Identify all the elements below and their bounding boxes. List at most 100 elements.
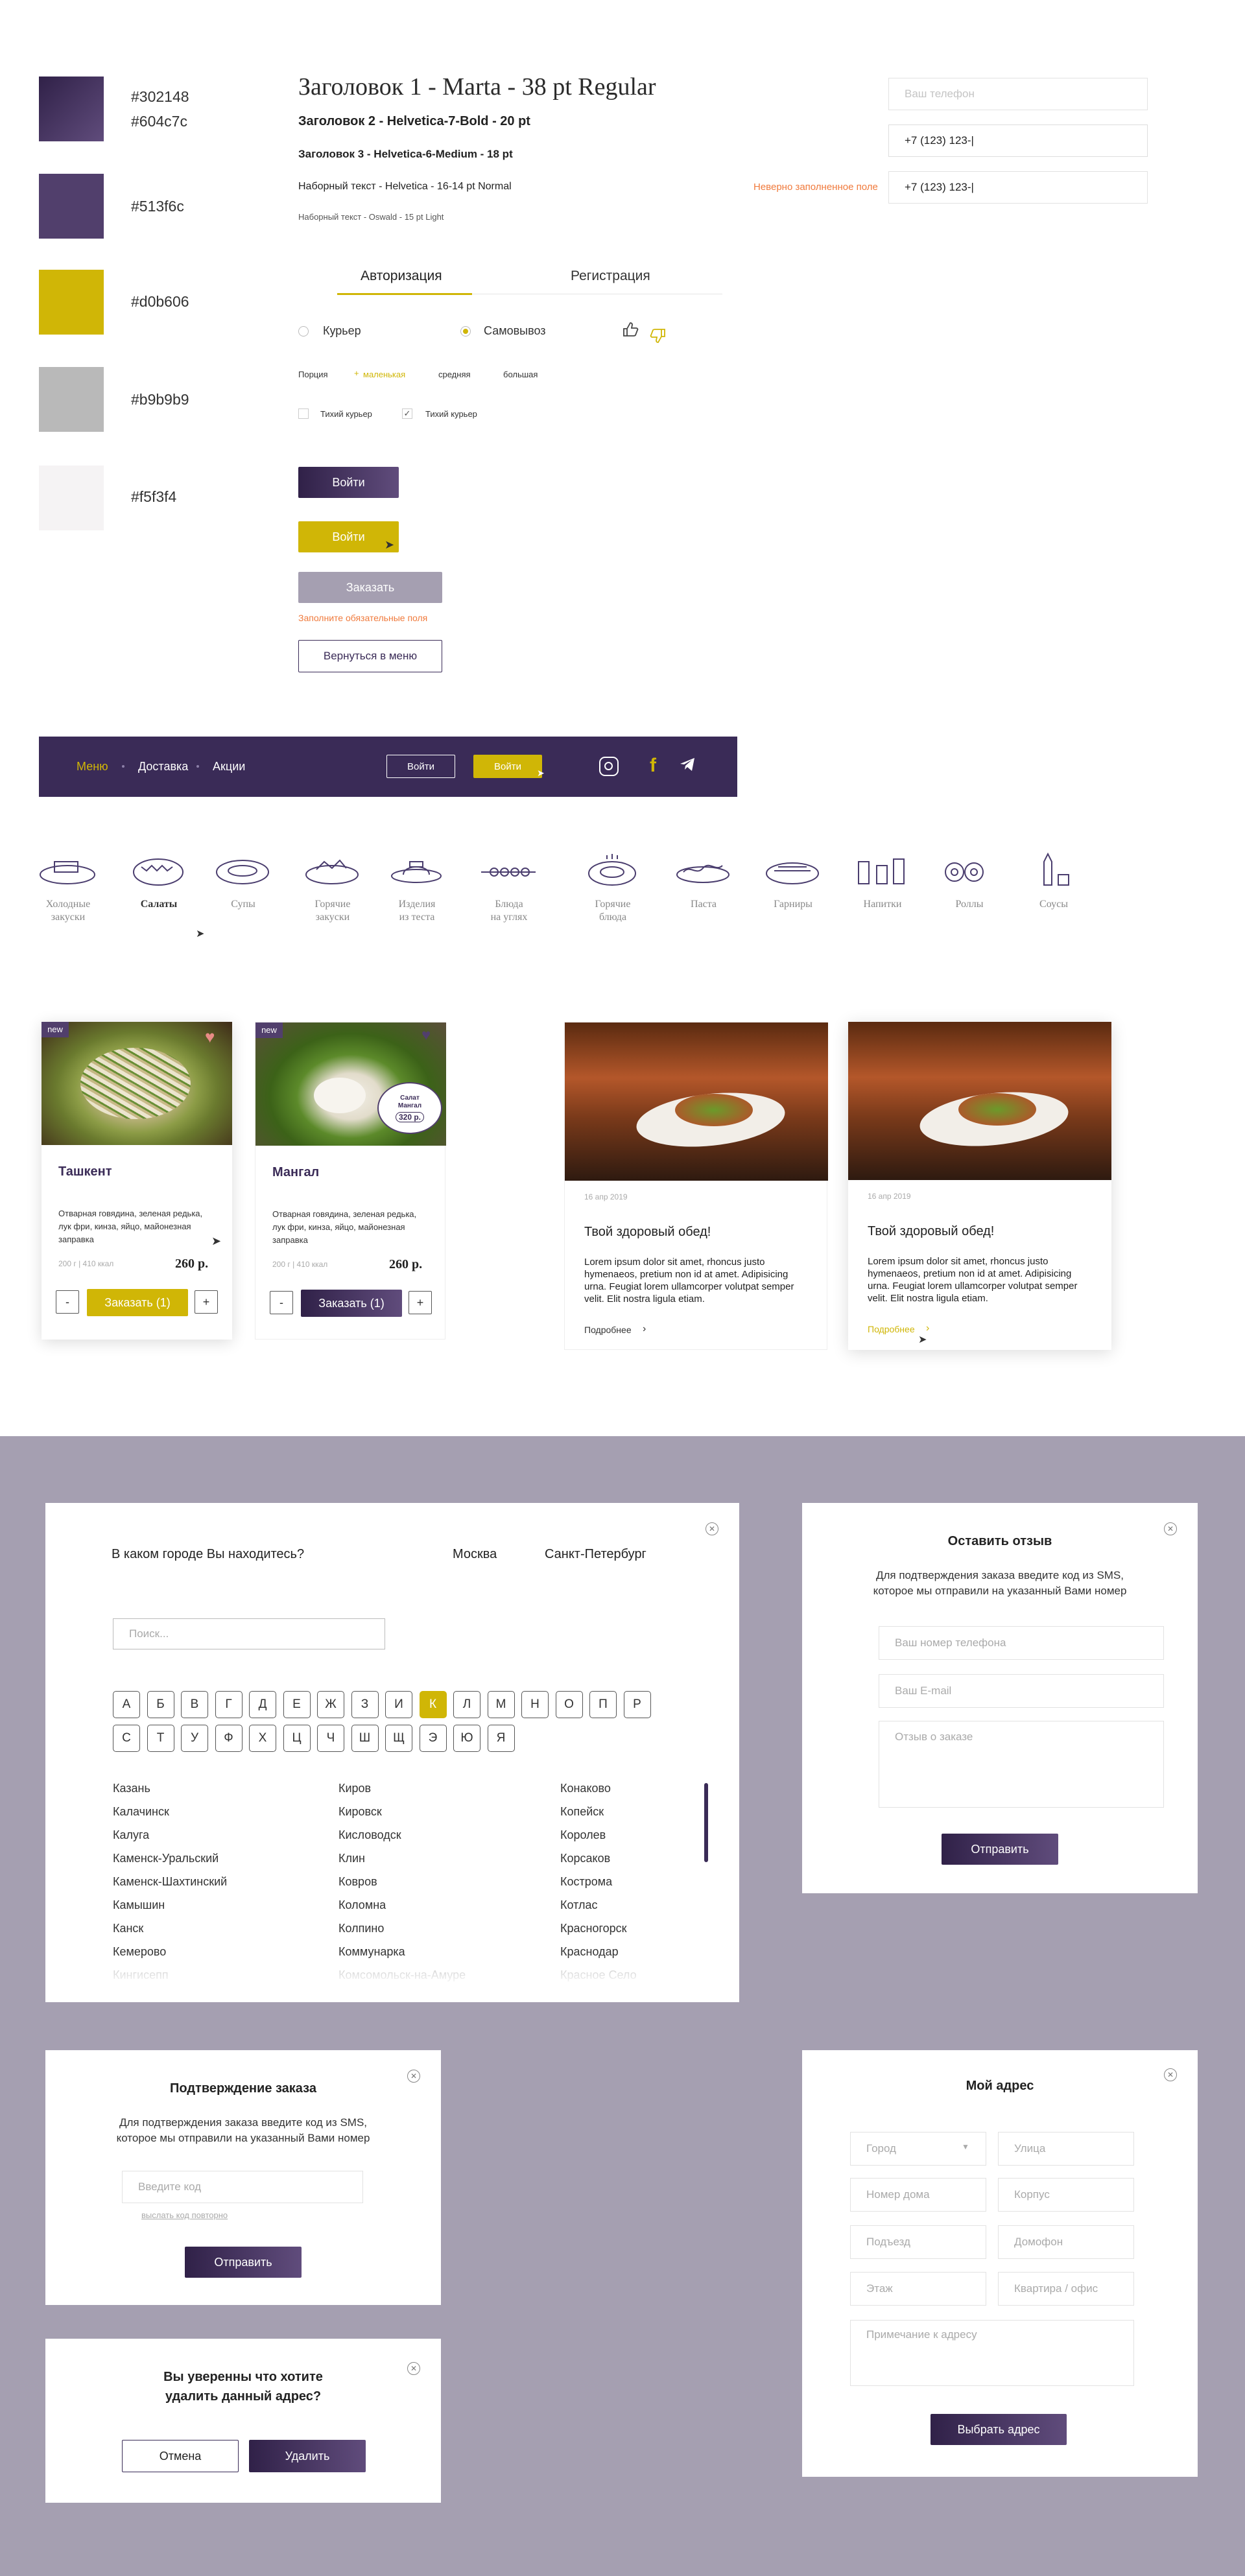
city-item[interactable]: Корсаков [560, 1852, 610, 1865]
letter-key[interactable]: Я [487, 1725, 515, 1752]
letter-key[interactable]: О [555, 1691, 583, 1718]
address-note-input[interactable]: Примечание к адресу [850, 2320, 1134, 2386]
city-item[interactable]: Калуга [113, 1828, 149, 1842]
review-text-input[interactable]: Отзыв о заказе [879, 1721, 1164, 1808]
city-item[interactable]: Котлас [560, 1898, 597, 1912]
city-item[interactable]: Краснодар [560, 1945, 619, 1959]
city-item[interactable]: Канск [113, 1922, 143, 1935]
city-item[interactable]: Королев [560, 1828, 606, 1842]
nav-login-outline[interactable]: Войти [386, 755, 455, 778]
apartment-input[interactable]: Квартира / офис [998, 2272, 1134, 2306]
close-icon[interactable]: ✕ [407, 2070, 420, 2083]
category-item-salads[interactable]: Салаты [123, 853, 195, 911]
tab-login[interactable]: Авторизация [361, 268, 442, 284]
close-icon[interactable]: ✕ [407, 2362, 420, 2375]
portion-medium[interactable]: средняя [438, 370, 471, 379]
dislike-icon[interactable] [649, 328, 666, 347]
news-card[interactable]: 16 апр 2019 Твой здоровый обед! Lorem ip… [564, 1022, 828, 1350]
building-input[interactable]: Корпус [998, 2178, 1134, 2212]
letter-key[interactable]: Щ [385, 1725, 412, 1752]
login-button-dark[interactable]: Войти [298, 467, 399, 498]
review-phone-input[interactable]: Ваш номер телефона [879, 1626, 1164, 1660]
phone-input-filled[interactable]: +7 (123) 123-| [888, 124, 1148, 157]
confirm-submit-button[interactable]: Отправить [185, 2247, 302, 2278]
letter-key[interactable]: М [487, 1691, 515, 1718]
choose-address-button[interactable]: Выбрать адрес [931, 2414, 1067, 2445]
order-button-disabled[interactable]: Заказать [298, 572, 442, 603]
letter-key[interactable]: Б [147, 1691, 174, 1718]
letter-key[interactable]: Ж [317, 1691, 344, 1718]
review-submit-button[interactable]: Отправить [942, 1834, 1058, 1865]
checkbox-quiet-unchecked[interactable] [298, 408, 309, 419]
news-more-link[interactable]: Подробнее [868, 1324, 915, 1334]
entrance-input[interactable]: Подъезд [850, 2225, 986, 2259]
letter-key[interactable]: Л [453, 1691, 480, 1718]
letter-key[interactable]: Е [283, 1691, 311, 1718]
product-card[interactable]: new ♥ Ташкент Отварная говядина, зеленая… [42, 1022, 232, 1340]
category-item-hot-dishes[interactable]: Горячие блюда [577, 853, 648, 924]
letter-key[interactable]: У [181, 1725, 208, 1752]
qty-plus-button[interactable]: + [409, 1291, 432, 1314]
qty-minus-button[interactable]: - [56, 1290, 79, 1314]
login-button-yellow[interactable]: Войти [298, 521, 399, 552]
letter-key[interactable]: З [351, 1691, 379, 1718]
city-item[interactable]: Колпино [338, 1922, 384, 1935]
heart-icon[interactable]: ♥ [421, 1026, 431, 1045]
city-item[interactable]: Ковров [338, 1875, 377, 1889]
like-icon[interactable] [622, 322, 639, 340]
telegram-icon[interactable] [680, 757, 695, 775]
instagram-icon[interactable] [599, 757, 619, 776]
letter-key[interactable]: С [113, 1725, 140, 1752]
city-item[interactable]: Кострома [560, 1875, 612, 1889]
city-item[interactable]: Красногорск [560, 1922, 627, 1935]
nav-delivery[interactable]: Доставка [138, 760, 188, 774]
category-item-sauces[interactable]: Соусы [1018, 853, 1089, 911]
city-item[interactable]: Киров [338, 1782, 371, 1795]
qty-minus-button[interactable]: - [270, 1291, 293, 1314]
city-item[interactable]: Кемерово [113, 1945, 166, 1959]
nav-promo[interactable]: Акции [213, 760, 245, 774]
city-item[interactable]: Казань [113, 1782, 150, 1795]
facebook-icon[interactable]: f [650, 755, 656, 777]
city-search-input[interactable]: Поиск... [113, 1618, 385, 1649]
category-item-garnish[interactable]: Гарниры [757, 853, 829, 911]
product-card[interactable]: new ♥ Салат Мангал 320 р. Мангал Отварна… [255, 1022, 446, 1340]
city-item[interactable]: Коммунарка [338, 1945, 405, 1959]
city-item[interactable]: Каменск-Уральский [113, 1852, 219, 1865]
news-card[interactable]: 16 апр 2019 Твой здоровый обед! Lorem ip… [848, 1022, 1111, 1350]
radio-pickup[interactable] [460, 326, 471, 337]
city-item[interactable]: Конаково [560, 1782, 611, 1795]
letter-key[interactable]: И [385, 1691, 412, 1718]
city-moscow[interactable]: Москва [453, 1547, 497, 1562]
letter-key[interactable]: Н [521, 1691, 549, 1718]
nav-menu[interactable]: Меню [77, 760, 108, 774]
letter-key[interactable]: К [419, 1691, 447, 1718]
review-email-input[interactable]: Ваш E-mail [879, 1674, 1164, 1708]
letter-key[interactable]: Э [419, 1725, 447, 1752]
letter-key[interactable]: Ф [215, 1725, 243, 1752]
city-item[interactable]: Коломна [338, 1898, 386, 1912]
qty-plus-button[interactable]: + [195, 1290, 218, 1314]
intercom-input[interactable]: Домофон [998, 2225, 1134, 2259]
radio-courier[interactable] [298, 326, 309, 337]
heart-icon[interactable]: ♥ [205, 1027, 215, 1047]
category-item-pastry[interactable]: Изделия из теста [381, 853, 453, 924]
letter-key[interactable]: Ю [453, 1725, 480, 1752]
resend-code-link[interactable]: выслать код повторно [141, 2210, 228, 2220]
back-to-menu-button[interactable]: Вернуться в меню [298, 640, 442, 672]
house-input[interactable]: Номер дома [850, 2178, 986, 2212]
street-input[interactable]: Улица [998, 2132, 1134, 2166]
delete-button[interactable]: Удалить [249, 2440, 366, 2472]
letter-key[interactable]: Т [147, 1725, 174, 1752]
category-item-cold-snacks[interactable]: Холодные закуски [32, 853, 104, 924]
news-more-link[interactable]: Подробнее [584, 1325, 632, 1335]
phone-input-error[interactable]: +7 (123) 123-| [888, 171, 1148, 204]
city-item[interactable]: Каменск-Шахтинский [113, 1875, 227, 1889]
city-item[interactable]: Клин [338, 1852, 365, 1865]
city-item[interactable]: Кировск [338, 1805, 382, 1819]
scrollbar[interactable] [704, 1783, 708, 1862]
portion-large[interactable]: большая [503, 370, 538, 379]
city-item[interactable]: Камышин [113, 1898, 165, 1912]
letter-key[interactable]: Х [249, 1725, 276, 1752]
order-button[interactable]: Заказать (1) [301, 1290, 402, 1317]
